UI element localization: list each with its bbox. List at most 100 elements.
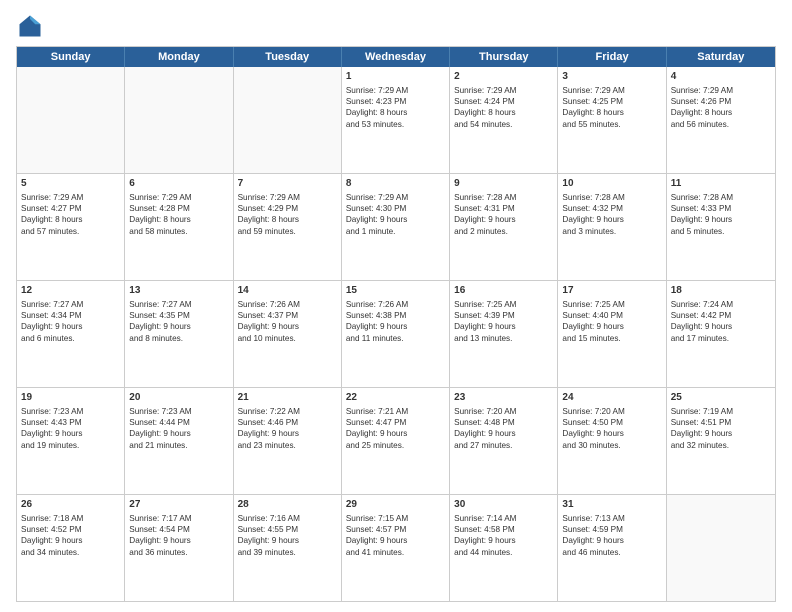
day-cell: 12Sunrise: 7:27 AM Sunset: 4:34 PM Dayli…: [17, 281, 125, 387]
day-cell: 10Sunrise: 7:28 AM Sunset: 4:32 PM Dayli…: [558, 174, 666, 280]
day-cell: 1Sunrise: 7:29 AM Sunset: 4:23 PM Daylig…: [342, 67, 450, 173]
day-number: 8: [346, 177, 445, 191]
day-cell: [125, 67, 233, 173]
day-number: 26: [21, 498, 120, 512]
day-cell: 17Sunrise: 7:25 AM Sunset: 4:40 PM Dayli…: [558, 281, 666, 387]
day-number: 21: [238, 391, 337, 405]
day-info: Sunrise: 7:26 AM Sunset: 4:38 PM Dayligh…: [346, 299, 445, 345]
day-number: 25: [671, 391, 771, 405]
day-info: Sunrise: 7:20 AM Sunset: 4:50 PM Dayligh…: [562, 406, 661, 452]
day-info: Sunrise: 7:19 AM Sunset: 4:51 PM Dayligh…: [671, 406, 771, 452]
logo-icon: [16, 12, 44, 40]
day-cell: [667, 495, 775, 601]
day-info: Sunrise: 7:20 AM Sunset: 4:48 PM Dayligh…: [454, 406, 553, 452]
day-info: Sunrise: 7:28 AM Sunset: 4:31 PM Dayligh…: [454, 192, 553, 238]
day-number: 15: [346, 284, 445, 298]
day-info: Sunrise: 7:22 AM Sunset: 4:46 PM Dayligh…: [238, 406, 337, 452]
day-number: 22: [346, 391, 445, 405]
day-number: 16: [454, 284, 553, 298]
day-info: Sunrise: 7:29 AM Sunset: 4:29 PM Dayligh…: [238, 192, 337, 238]
day-info: Sunrise: 7:29 AM Sunset: 4:26 PM Dayligh…: [671, 85, 771, 131]
logo: [16, 12, 48, 40]
day-header: Friday: [558, 47, 666, 67]
day-cell: 16Sunrise: 7:25 AM Sunset: 4:39 PM Dayli…: [450, 281, 558, 387]
day-cell: 30Sunrise: 7:14 AM Sunset: 4:58 PM Dayli…: [450, 495, 558, 601]
day-info: Sunrise: 7:25 AM Sunset: 4:39 PM Dayligh…: [454, 299, 553, 345]
day-header: Tuesday: [234, 47, 342, 67]
day-info: Sunrise: 7:13 AM Sunset: 4:59 PM Dayligh…: [562, 513, 661, 559]
calendar: SundayMondayTuesdayWednesdayThursdayFrid…: [16, 46, 776, 602]
day-info: Sunrise: 7:14 AM Sunset: 4:58 PM Dayligh…: [454, 513, 553, 559]
week-row: 26Sunrise: 7:18 AM Sunset: 4:52 PM Dayli…: [17, 494, 775, 601]
day-number: 1: [346, 70, 445, 84]
day-number: 13: [129, 284, 228, 298]
day-cell: 19Sunrise: 7:23 AM Sunset: 4:43 PM Dayli…: [17, 388, 125, 494]
day-cell: 3Sunrise: 7:29 AM Sunset: 4:25 PM Daylig…: [558, 67, 666, 173]
week-row: 5Sunrise: 7:29 AM Sunset: 4:27 PM Daylig…: [17, 173, 775, 280]
day-cell: 22Sunrise: 7:21 AM Sunset: 4:47 PM Dayli…: [342, 388, 450, 494]
day-header: Monday: [125, 47, 233, 67]
day-number: 7: [238, 177, 337, 191]
day-cell: 24Sunrise: 7:20 AM Sunset: 4:50 PM Dayli…: [558, 388, 666, 494]
day-info: Sunrise: 7:28 AM Sunset: 4:33 PM Dayligh…: [671, 192, 771, 238]
day-info: Sunrise: 7:15 AM Sunset: 4:57 PM Dayligh…: [346, 513, 445, 559]
day-headers: SundayMondayTuesdayWednesdayThursdayFrid…: [17, 47, 775, 67]
day-cell: 20Sunrise: 7:23 AM Sunset: 4:44 PM Dayli…: [125, 388, 233, 494]
day-cell: 28Sunrise: 7:16 AM Sunset: 4:55 PM Dayli…: [234, 495, 342, 601]
day-header: Saturday: [667, 47, 775, 67]
day-info: Sunrise: 7:23 AM Sunset: 4:44 PM Dayligh…: [129, 406, 228, 452]
day-number: 3: [562, 70, 661, 84]
day-number: 11: [671, 177, 771, 191]
header: [16, 12, 776, 40]
day-cell: 15Sunrise: 7:26 AM Sunset: 4:38 PM Dayli…: [342, 281, 450, 387]
day-cell: 2Sunrise: 7:29 AM Sunset: 4:24 PM Daylig…: [450, 67, 558, 173]
day-info: Sunrise: 7:27 AM Sunset: 4:35 PM Dayligh…: [129, 299, 228, 345]
day-number: 18: [671, 284, 771, 298]
day-info: Sunrise: 7:29 AM Sunset: 4:23 PM Dayligh…: [346, 85, 445, 131]
day-cell: 26Sunrise: 7:18 AM Sunset: 4:52 PM Dayli…: [17, 495, 125, 601]
day-number: 9: [454, 177, 553, 191]
page: SundayMondayTuesdayWednesdayThursdayFrid…: [0, 0, 792, 612]
day-cell: 29Sunrise: 7:15 AM Sunset: 4:57 PM Dayli…: [342, 495, 450, 601]
week-row: 1Sunrise: 7:29 AM Sunset: 4:23 PM Daylig…: [17, 67, 775, 173]
day-cell: 27Sunrise: 7:17 AM Sunset: 4:54 PM Dayli…: [125, 495, 233, 601]
day-number: 20: [129, 391, 228, 405]
day-number: 4: [671, 70, 771, 84]
week-row: 19Sunrise: 7:23 AM Sunset: 4:43 PM Dayli…: [17, 387, 775, 494]
day-info: Sunrise: 7:28 AM Sunset: 4:32 PM Dayligh…: [562, 192, 661, 238]
calendar-body: 1Sunrise: 7:29 AM Sunset: 4:23 PM Daylig…: [17, 67, 775, 601]
day-cell: 23Sunrise: 7:20 AM Sunset: 4:48 PM Dayli…: [450, 388, 558, 494]
day-number: 30: [454, 498, 553, 512]
day-cell: 9Sunrise: 7:28 AM Sunset: 4:31 PM Daylig…: [450, 174, 558, 280]
day-info: Sunrise: 7:21 AM Sunset: 4:47 PM Dayligh…: [346, 406, 445, 452]
day-number: 5: [21, 177, 120, 191]
day-info: Sunrise: 7:26 AM Sunset: 4:37 PM Dayligh…: [238, 299, 337, 345]
day-info: Sunrise: 7:29 AM Sunset: 4:27 PM Dayligh…: [21, 192, 120, 238]
day-number: 29: [346, 498, 445, 512]
day-cell: 7Sunrise: 7:29 AM Sunset: 4:29 PM Daylig…: [234, 174, 342, 280]
day-number: 23: [454, 391, 553, 405]
day-cell: 4Sunrise: 7:29 AM Sunset: 4:26 PM Daylig…: [667, 67, 775, 173]
day-number: 14: [238, 284, 337, 298]
day-info: Sunrise: 7:24 AM Sunset: 4:42 PM Dayligh…: [671, 299, 771, 345]
day-info: Sunrise: 7:18 AM Sunset: 4:52 PM Dayligh…: [21, 513, 120, 559]
day-info: Sunrise: 7:16 AM Sunset: 4:55 PM Dayligh…: [238, 513, 337, 559]
day-header: Sunday: [17, 47, 125, 67]
day-cell: 25Sunrise: 7:19 AM Sunset: 4:51 PM Dayli…: [667, 388, 775, 494]
day-number: 17: [562, 284, 661, 298]
day-cell: 6Sunrise: 7:29 AM Sunset: 4:28 PM Daylig…: [125, 174, 233, 280]
day-info: Sunrise: 7:27 AM Sunset: 4:34 PM Dayligh…: [21, 299, 120, 345]
day-cell: 21Sunrise: 7:22 AM Sunset: 4:46 PM Dayli…: [234, 388, 342, 494]
day-cell: 18Sunrise: 7:24 AM Sunset: 4:42 PM Dayli…: [667, 281, 775, 387]
day-cell: 5Sunrise: 7:29 AM Sunset: 4:27 PM Daylig…: [17, 174, 125, 280]
day-header: Thursday: [450, 47, 558, 67]
day-header: Wednesday: [342, 47, 450, 67]
day-number: 24: [562, 391, 661, 405]
week-row: 12Sunrise: 7:27 AM Sunset: 4:34 PM Dayli…: [17, 280, 775, 387]
day-number: 2: [454, 70, 553, 84]
day-number: 27: [129, 498, 228, 512]
day-number: 28: [238, 498, 337, 512]
day-cell: 14Sunrise: 7:26 AM Sunset: 4:37 PM Dayli…: [234, 281, 342, 387]
day-number: 31: [562, 498, 661, 512]
day-number: 6: [129, 177, 228, 191]
